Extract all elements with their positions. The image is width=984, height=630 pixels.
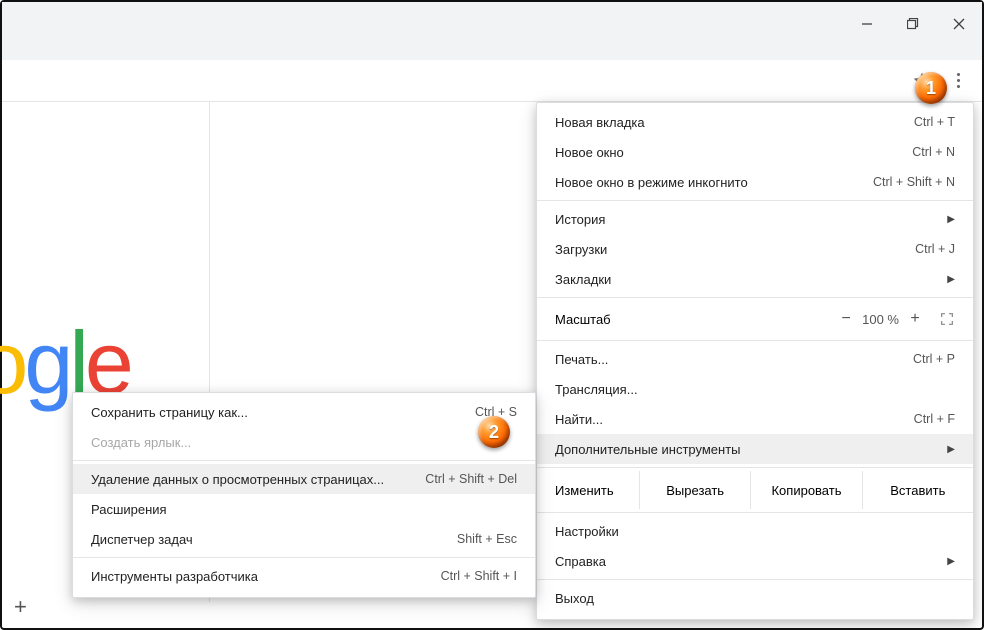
menu-separator bbox=[73, 557, 535, 558]
edit-cut-button[interactable]: Вырезать bbox=[639, 471, 750, 509]
menu-item-shortcut: Ctrl + Shift + N bbox=[873, 175, 955, 189]
menu-item-label: Инструменты разработчика bbox=[91, 569, 441, 584]
window-close-button[interactable] bbox=[936, 8, 982, 40]
zoom-in-button[interactable]: + bbox=[899, 310, 931, 328]
menu-separator bbox=[537, 467, 973, 468]
menu-item-label: Изменить bbox=[537, 471, 639, 509]
more-tools-submenu: Сохранить страницу как... Ctrl + S Созда… bbox=[72, 392, 536, 598]
menu-item-label: Выход bbox=[555, 591, 955, 606]
menu-item-label: Новое окно bbox=[555, 145, 912, 160]
submenu-create-shortcut: Создать ярлык... bbox=[73, 427, 535, 457]
menu-item-label: Настройки bbox=[555, 524, 955, 539]
menu-item-shortcut: Ctrl + Shift + Del bbox=[425, 472, 517, 486]
menu-item-label: Дополнительные инструменты bbox=[555, 442, 937, 457]
menu-separator bbox=[537, 579, 973, 580]
window-titlebar bbox=[2, 2, 982, 60]
submenu-arrow-icon: ▶ bbox=[947, 274, 955, 285]
menu-item-shortcut: Ctrl + N bbox=[912, 145, 955, 159]
menu-item-label: Найти... bbox=[555, 412, 914, 427]
menu-item-shortcut: Shift + Esc bbox=[457, 532, 517, 546]
menu-item-label: Создать ярлык... bbox=[91, 435, 517, 450]
annotation-badge-1: 1 bbox=[915, 72, 947, 104]
menu-exit[interactable]: Выход bbox=[537, 583, 973, 613]
browser-toolbar bbox=[2, 60, 982, 102]
menu-item-label: Расширения bbox=[91, 502, 517, 517]
submenu-arrow-icon: ▶ bbox=[947, 214, 955, 225]
menu-separator bbox=[73, 460, 535, 461]
menu-item-shortcut: Ctrl + T bbox=[914, 115, 955, 129]
menu-find[interactable]: Найти... Ctrl + F bbox=[537, 404, 973, 434]
menu-separator bbox=[537, 200, 973, 201]
menu-incognito[interactable]: Новое окно в режиме инкогнито Ctrl + Shi… bbox=[537, 167, 973, 197]
menu-settings[interactable]: Настройки bbox=[537, 516, 973, 546]
menu-downloads[interactable]: Загрузки Ctrl + J bbox=[537, 234, 973, 264]
menu-item-shortcut: Ctrl + P bbox=[913, 352, 955, 366]
menu-item-label: Загрузки bbox=[555, 242, 915, 257]
menu-item-label: Масштаб bbox=[555, 312, 830, 327]
submenu-save-page[interactable]: Сохранить страницу как... Ctrl + S bbox=[73, 397, 535, 427]
menu-cast[interactable]: Трансляция... bbox=[537, 374, 973, 404]
menu-new-tab[interactable]: Новая вкладка Ctrl + T bbox=[537, 107, 973, 137]
vertical-dots-icon bbox=[957, 73, 960, 88]
menu-new-window[interactable]: Новое окно Ctrl + N bbox=[537, 137, 973, 167]
menu-item-label: Печать... bbox=[555, 352, 913, 367]
zoom-out-button[interactable]: − bbox=[830, 310, 862, 328]
menu-edit: Изменить Вырезать Копировать Вставить bbox=[537, 471, 973, 509]
menu-item-label: Новое окно в режиме инкогнито bbox=[555, 175, 873, 190]
fullscreen-button[interactable] bbox=[931, 311, 963, 327]
menu-item-label: Диспетчер задач bbox=[91, 532, 457, 547]
menu-item-shortcut: Ctrl + F bbox=[914, 412, 955, 426]
chrome-menu-button[interactable] bbox=[942, 65, 974, 97]
menu-item-shortcut: Ctrl + Shift + I bbox=[441, 569, 517, 583]
menu-item-shortcut: Ctrl + J bbox=[915, 242, 955, 256]
submenu-arrow-icon: ▶ bbox=[947, 444, 955, 455]
submenu-task-manager[interactable]: Диспетчер задач Shift + Esc bbox=[73, 524, 535, 554]
annotation-badge-2: 2 bbox=[478, 416, 510, 448]
menu-bookmarks[interactable]: Закладки ▶ bbox=[537, 264, 973, 294]
menu-help[interactable]: Справка ▶ bbox=[537, 546, 973, 576]
submenu-clear-browsing-data[interactable]: Удаление данных о просмотренных страница… bbox=[73, 464, 535, 494]
menu-item-label: Закладки bbox=[555, 272, 937, 287]
submenu-extensions[interactable]: Расширения bbox=[73, 494, 535, 524]
submenu-developer-tools[interactable]: Инструменты разработчика Ctrl + Shift + … bbox=[73, 561, 535, 591]
menu-more-tools[interactable]: Дополнительные инструменты ▶ bbox=[537, 434, 973, 464]
menu-history[interactable]: История ▶ bbox=[537, 204, 973, 234]
new-tab-button[interactable]: + bbox=[14, 594, 27, 620]
edit-copy-button[interactable]: Копировать bbox=[750, 471, 861, 509]
menu-item-label: Удаление данных о просмотренных страница… bbox=[91, 472, 425, 487]
zoom-value: 100 % bbox=[862, 312, 899, 327]
menu-item-label: История bbox=[555, 212, 937, 227]
chrome-main-menu: Новая вкладка Ctrl + T Новое окно Ctrl +… bbox=[536, 102, 974, 620]
submenu-arrow-icon: ▶ bbox=[947, 556, 955, 567]
menu-item-label: Трансляция... bbox=[555, 382, 955, 397]
menu-separator bbox=[537, 340, 973, 341]
menu-item-label: Справка bbox=[555, 554, 937, 569]
menu-separator bbox=[537, 297, 973, 298]
window-maximize-button[interactable] bbox=[890, 8, 936, 40]
edit-paste-button[interactable]: Вставить bbox=[862, 471, 973, 509]
menu-print[interactable]: Печать... Ctrl + P bbox=[537, 344, 973, 374]
menu-item-label: Новая вкладка bbox=[555, 115, 914, 130]
menu-separator bbox=[537, 512, 973, 513]
window-minimize-button[interactable] bbox=[844, 8, 890, 40]
menu-item-label: Сохранить страницу как... bbox=[91, 405, 475, 420]
menu-zoom: Масштаб − 100 % + bbox=[537, 301, 973, 337]
